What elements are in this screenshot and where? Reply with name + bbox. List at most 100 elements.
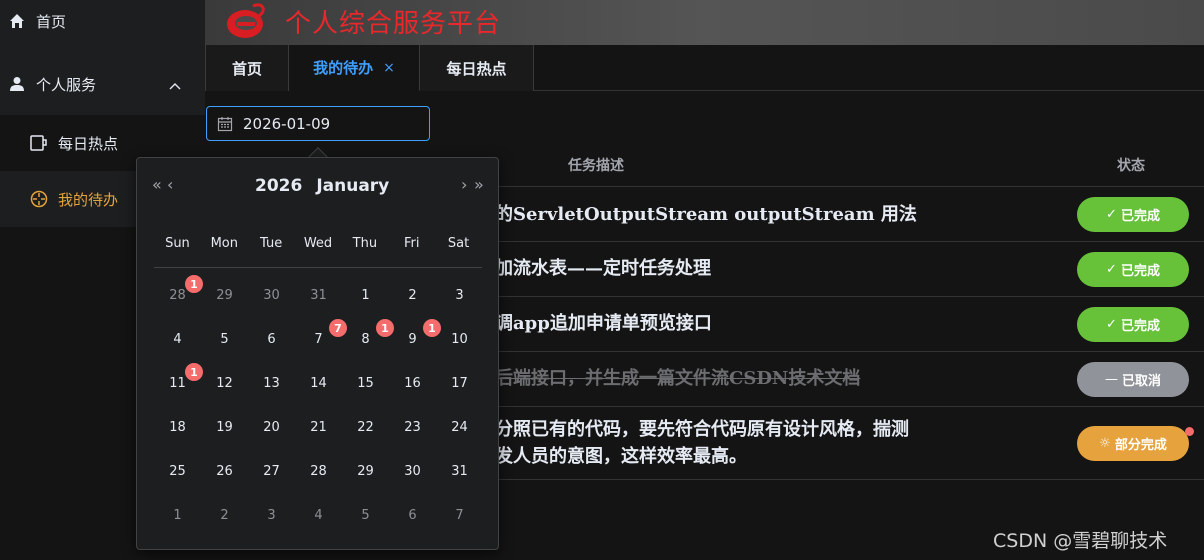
calendar-day[interactable]: 22 [342,405,389,449]
logo-icon [223,2,267,42]
home-icon [8,12,26,30]
divider [154,267,482,268]
status-label: 已完成 [1120,319,1160,334]
sun-icon: ☼ [1099,436,1111,451]
calendar-day[interactable]: 2 [389,273,436,317]
calendar-day[interactable]: 26 [201,449,248,493]
task-desc: 调app追加申请单预览接口 [495,313,712,334]
tab-label: 首页 [231,59,262,78]
date-value: 2026-01-09 [243,114,331,133]
sidebar-item-label: 我的待办 [58,190,119,209]
date-picker-input[interactable]: 2026-01-09 [206,106,430,141]
weekday-label: Sun [165,236,190,251]
calendar-day[interactable]: 29 [201,273,248,317]
check-icon: ✓ [1106,317,1117,332]
todo-count-badge: 1 [376,319,394,337]
sidebar-item-label: 每日热点 [58,134,119,153]
status-label: 已取消 [1121,374,1161,389]
tab-label: 每日热点 [446,59,507,78]
calendar-day[interactable]: 19 [201,405,248,449]
sidebar-item-label: 个人服务 [36,75,97,94]
calendar-day[interactable]: 3 [436,273,483,317]
target-icon [30,190,48,208]
task-desc-line: 发人员的意图，这样效率最高。 [495,446,747,467]
date-picker-panel: « ‹ 2026 January › » Sun Mon Tue Wed Thu … [136,157,499,550]
status-label: 已完成 [1120,209,1160,224]
close-icon[interactable]: × [383,60,395,76]
calendar-day[interactable]: 29 [342,449,389,493]
weekday-label: Fri [403,236,420,251]
weekday-label: Tue [260,236,283,251]
calendar-day[interactable]: 25 [154,449,201,493]
calendar-day[interactable]: 23 [389,405,436,449]
tab-home[interactable]: 首页 [205,45,289,91]
task-desc: 后端接口，并生成一篇文件流CSDN技术文档 [495,368,861,389]
calendar-day[interactable]: 4 [295,493,342,537]
status-badge[interactable]: — 已取消 [1077,362,1189,397]
calendar-day[interactable]: 6 [389,493,436,537]
status-badge[interactable]: ✓ 已完成 [1077,252,1189,287]
chevron-up-icon [169,76,181,94]
next-year-button[interactable]: » [474,175,484,194]
calendar-day[interactable]: 10 [436,317,483,361]
calendar-day[interactable]: 31 [295,273,342,317]
todo-count-badge: 1 [185,275,203,293]
calendar-icon [217,116,233,132]
column-header-status: 状态 [1117,158,1145,174]
check-icon: ✓ [1106,262,1117,277]
task-desc: 加流水表——定时任务处理 [495,258,711,279]
calendar-day[interactable]: 6 [248,317,295,361]
cup-icon [30,134,48,152]
calendar-day[interactable]: 18 [154,405,201,449]
sidebar-item-personal[interactable]: 个人服务 [0,58,205,110]
calendar-day[interactable]: 24 [436,405,483,449]
prev-month-button[interactable]: ‹ [167,175,174,194]
calendar-month[interactable]: January [316,176,389,196]
weekday-label: Wed [303,236,333,251]
status-badge[interactable]: ✓ 已完成 [1077,197,1189,232]
weekday-label: Mon [210,236,238,251]
status-badge[interactable]: ✓ 已完成 [1077,307,1189,342]
calendar-day[interactable]: 5 [342,493,389,537]
status-label: 已完成 [1120,264,1160,279]
calendar-day[interactable]: 2 [201,493,248,537]
prev-year-button[interactable]: « [152,175,162,194]
calendar-day[interactable]: 4 [154,317,201,361]
calendar-day[interactable]: 5 [201,317,248,361]
calendar-day[interactable]: 17 [436,361,483,405]
weekday-header: Sun Mon Tue Wed Thu Fri Sat [154,236,482,251]
calendar-day[interactable]: 3 [248,493,295,537]
app-header: 个人综合服务平台 [205,0,1204,45]
tab-bar: 首页 我的待办 × 每日热点 [205,45,1204,91]
calendar-day[interactable]: 7 [436,493,483,537]
weekday-label: Sat [447,236,470,251]
calendar-day[interactable]: 30 [389,449,436,493]
next-month-button[interactable]: › [461,175,468,194]
calendar-day[interactable]: 1 [154,493,201,537]
todo-count-badge: 1 [185,363,203,381]
sidebar-item-label: 首页 [36,12,67,31]
calendar-day[interactable]: 16 [389,361,436,405]
calendar-day[interactable]: 15 [342,361,389,405]
weekday-label: Thu [352,236,378,251]
calendar-day[interactable]: 13 [248,361,295,405]
calendar-day[interactable]: 31 [436,449,483,493]
calendar-day[interactable]: 28 [295,449,342,493]
calendar-day[interactable]: 21 [295,405,342,449]
calendar-day[interactable]: 27 [248,449,295,493]
watermark: CSDN @雪碧聊技术 [993,530,1168,552]
calendar-year[interactable]: 2026 [255,176,302,196]
tab-label: 我的待办 [313,59,374,77]
calendar-header: 2026 January [255,176,403,196]
calendar-day[interactable]: 20 [248,405,295,449]
tab-todo[interactable]: 我的待办 × [289,45,420,91]
todo-count-badge: 7 [329,319,347,337]
calendar-day[interactable]: 14 [295,361,342,405]
tab-daily[interactable]: 每日热点 [420,45,534,91]
calendar-day[interactable]: 12 [201,361,248,405]
sidebar-item-home[interactable]: 首页 [0,0,205,42]
status-badge[interactable]: ☼ 部分完成 [1077,426,1189,461]
calendar-day[interactable]: 30 [248,273,295,317]
minus-icon: — [1104,372,1118,387]
calendar-day[interactable]: 1 [342,273,389,317]
